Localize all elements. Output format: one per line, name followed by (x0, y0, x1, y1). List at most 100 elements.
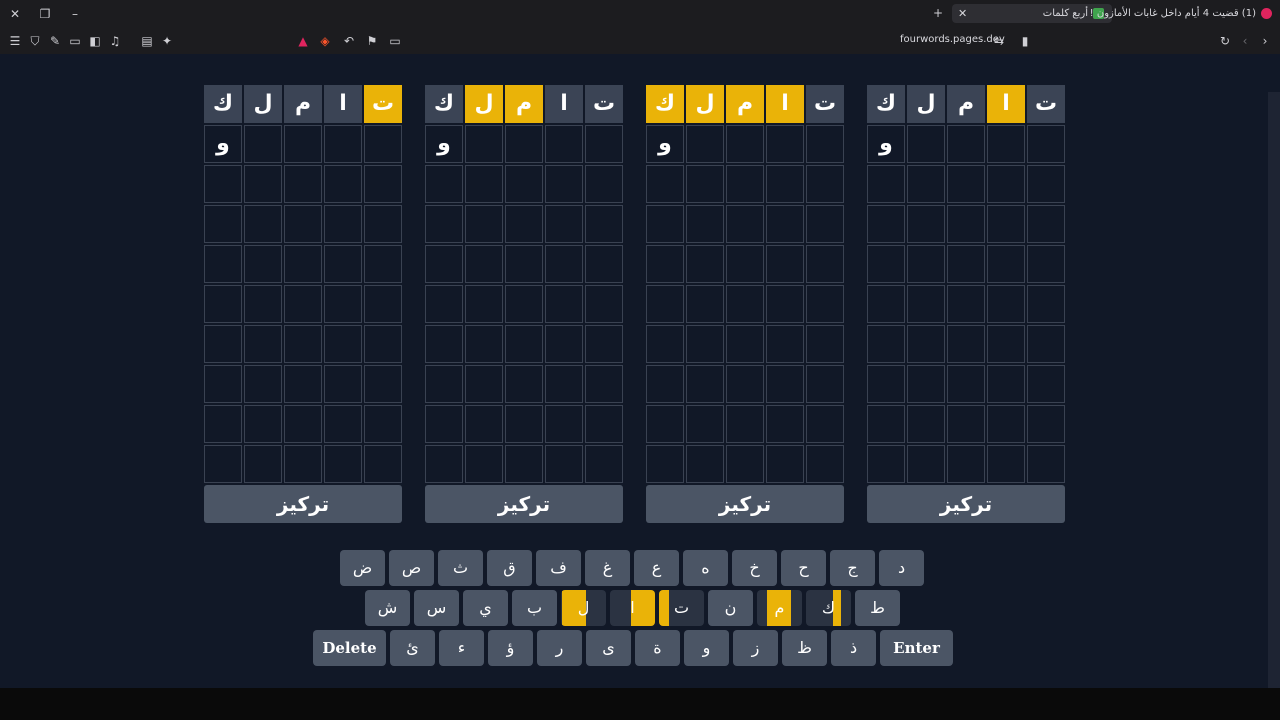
translate-icon[interactable]: ⚑ (365, 34, 379, 48)
board-row (867, 205, 1065, 243)
key[interactable]: ث (438, 550, 483, 586)
key-label: ذ (849, 638, 858, 657)
tab-youtube[interactable]: (1) قضيت 4 أيام داخل غابات الأمازون ! (1090, 4, 1280, 23)
key[interactable]: ن (708, 590, 753, 626)
board-cell (726, 445, 764, 483)
board-cell: م (505, 85, 543, 123)
board-row (646, 205, 844, 243)
key[interactable]: س (414, 590, 459, 626)
board-cell: ل (244, 85, 282, 123)
restore-window-icon[interactable]: ❐ (38, 7, 52, 21)
minimize-window-icon[interactable]: – (68, 7, 82, 21)
calendar-icon[interactable]: ▤ (140, 34, 154, 48)
board-cell (585, 445, 623, 483)
back-icon[interactable]: ‹ (1238, 34, 1252, 48)
board-cell (806, 445, 844, 483)
key-label: ه (701, 558, 710, 577)
key[interactable]: و (684, 630, 729, 666)
forward-icon[interactable]: › (1258, 34, 1272, 48)
brave-shield-icon[interactable]: ◈ (318, 34, 332, 48)
undo-icon[interactable]: ↶ (342, 34, 356, 48)
board-cell (867, 445, 905, 483)
close-tab-icon[interactable]: ✕ (958, 4, 967, 23)
key[interactable]: ة (635, 630, 680, 666)
key-label: ز (751, 638, 760, 657)
focus-button[interactable]: تركيز (646, 485, 844, 523)
key[interactable]: ق (487, 550, 532, 586)
key[interactable]: ص (389, 550, 434, 586)
board-cell (284, 445, 322, 483)
board-cell (987, 365, 1025, 403)
sidebar-icon[interactable]: ◧ (88, 34, 102, 48)
board-cell (726, 325, 764, 363)
key[interactable]: ه (683, 550, 728, 586)
board-cell (505, 285, 543, 323)
board-cell (204, 285, 242, 323)
board-cell (244, 405, 282, 443)
key[interactable]: ى (586, 630, 631, 666)
board-cell (244, 325, 282, 363)
bookmark-icon[interactable]: ▮ (1018, 34, 1032, 48)
key[interactable]: ذ (831, 630, 876, 666)
key-label: س (426, 598, 447, 617)
key[interactable]: ي (463, 590, 508, 626)
key[interactable]: ك (806, 590, 851, 626)
focus-button[interactable]: تركيز (425, 485, 623, 523)
board-cell (686, 125, 724, 163)
url-text[interactable]: fourwords.pages.dev (900, 34, 1005, 45)
focus-button[interactable]: تركيز (867, 485, 1065, 523)
key[interactable]: غ (585, 550, 630, 586)
key[interactable]: ظ (782, 630, 827, 666)
key[interactable]: ئ (390, 630, 435, 666)
board-row (425, 165, 623, 203)
key[interactable]: ز (733, 630, 778, 666)
key[interactable]: ؤ (488, 630, 533, 666)
page-scrollbar[interactable] (1268, 92, 1280, 688)
key-label: ؤ (506, 638, 515, 657)
board-cell (585, 405, 623, 443)
key[interactable]: ف (536, 550, 581, 586)
key[interactable]: م (757, 590, 802, 626)
board-cell: ت (364, 85, 402, 123)
key[interactable]: ر (537, 630, 582, 666)
key[interactable]: ح (781, 550, 826, 586)
key[interactable]: ء (439, 630, 484, 666)
aria-icon[interactable]: ▲ (296, 34, 310, 48)
board-cell (1027, 245, 1065, 283)
pin-icon[interactable]: ✎ (48, 34, 62, 48)
key-label: Delete (322, 639, 377, 657)
reload-icon[interactable]: ↻ (1218, 34, 1232, 48)
board-cell (766, 445, 804, 483)
board-row (867, 365, 1065, 403)
key[interactable]: ض (340, 550, 385, 586)
close-window-icon[interactable]: ✕ (8, 7, 22, 21)
focus-button[interactable]: تركيز (204, 485, 402, 523)
tabs-icon[interactable]: ▭ (68, 34, 82, 48)
share-icon[interactable]: ⇋ (992, 34, 1006, 48)
reader-icon[interactable]: ▭ (388, 34, 402, 48)
music-icon[interactable]: ♫ (108, 34, 122, 48)
key[interactable]: د (879, 550, 924, 586)
new-tab-button[interactable]: + (931, 6, 945, 20)
board-cell (1027, 325, 1065, 363)
board-row (425, 285, 623, 323)
key[interactable]: ل (561, 590, 606, 626)
enter-key[interactable]: Enter (880, 630, 953, 666)
board-row: و (867, 125, 1065, 163)
key[interactable]: ت (659, 590, 704, 626)
extensions-icon[interactable]: ✦ (160, 34, 174, 48)
key[interactable]: ط (855, 590, 900, 626)
board-row (867, 245, 1065, 283)
key[interactable]: ش (365, 590, 410, 626)
key[interactable]: خ (732, 550, 777, 586)
shield-icon[interactable]: ⛉ (28, 34, 42, 48)
menu-icon[interactable]: ☰ (8, 34, 22, 48)
key[interactable]: ج (830, 550, 875, 586)
board-cell (766, 245, 804, 283)
key[interactable]: ا (610, 590, 655, 626)
delete-key[interactable]: Delete (313, 630, 386, 666)
key-label: غ (602, 558, 613, 577)
tab-four-words[interactable]: ✕ أربع كلمات (952, 4, 1112, 23)
key[interactable]: ب (512, 590, 557, 626)
key[interactable]: ع (634, 550, 679, 586)
